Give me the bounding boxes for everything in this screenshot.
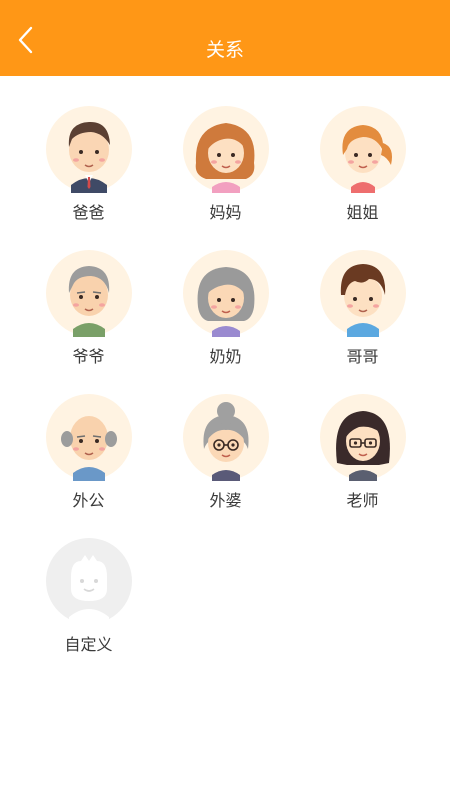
back-button[interactable] bbox=[8, 22, 44, 58]
relation-item-paternal-grandfather[interactable]: 爷爷 bbox=[20, 249, 157, 393]
relation-item-paternal-grandmother[interactable]: 奶奶 bbox=[157, 249, 294, 393]
relation-item-custom[interactable]: 自定义 bbox=[20, 537, 157, 681]
custom-avatar-placeholder-icon bbox=[45, 537, 133, 625]
relation-item-teacher[interactable]: 老师 bbox=[294, 393, 431, 537]
relation-grid: 爸爸 妈妈 姐姐 爷爷 奶奶 哥哥 外公 外婆 老师 自定义 bbox=[20, 105, 430, 681]
relation-label: 自定义 bbox=[64, 635, 113, 654]
father-avatar-icon bbox=[45, 105, 133, 193]
relation-label: 姐姐 bbox=[346, 203, 379, 222]
relation-item-older-brother[interactable]: 哥哥 bbox=[294, 249, 431, 393]
relation-label: 哥哥 bbox=[346, 347, 379, 366]
relation-label: 妈妈 bbox=[209, 203, 242, 222]
relation-label: 老师 bbox=[346, 491, 379, 510]
teacher-avatar-icon bbox=[319, 393, 407, 481]
relation-label: 爸爸 bbox=[72, 203, 105, 222]
relation-label: 奶奶 bbox=[209, 347, 242, 366]
paternal-grandfather-avatar-icon bbox=[45, 249, 133, 337]
mother-avatar-icon bbox=[182, 105, 270, 193]
relation-label: 外婆 bbox=[209, 491, 242, 510]
header-bar: 关系 bbox=[0, 0, 450, 76]
relation-item-maternal-grandmother[interactable]: 外婆 bbox=[157, 393, 294, 537]
older-sister-avatar-icon bbox=[319, 105, 407, 193]
relation-item-older-sister[interactable]: 姐姐 bbox=[294, 105, 431, 249]
relation-item-maternal-grandfather[interactable]: 外公 bbox=[20, 393, 157, 537]
paternal-grandmother-avatar-icon bbox=[182, 249, 270, 337]
page-title: 关系 bbox=[205, 39, 244, 61]
relation-item-father[interactable]: 爸爸 bbox=[20, 105, 157, 249]
relation-label: 爷爷 bbox=[72, 347, 105, 366]
older-brother-avatar-icon bbox=[319, 249, 407, 337]
chevron-left-icon bbox=[18, 26, 33, 54]
maternal-grandmother-avatar-icon bbox=[182, 393, 270, 481]
maternal-grandfather-avatar-icon bbox=[45, 393, 133, 481]
relation-label: 外公 bbox=[72, 491, 105, 510]
relation-item-mother[interactable]: 妈妈 bbox=[157, 105, 294, 249]
